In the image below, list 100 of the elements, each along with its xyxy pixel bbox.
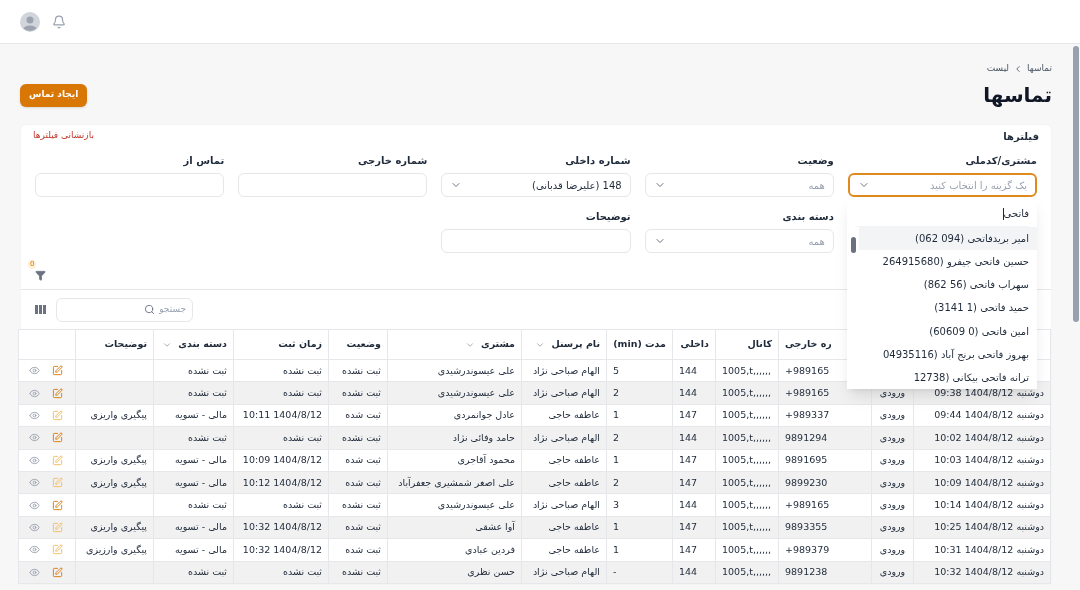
edit-icon[interactable]: [52, 477, 63, 489]
table-cell: ورودی: [879, 386, 906, 398]
table-cell: 5: [613, 364, 620, 376]
scrollbar[interactable]: [1073, 46, 1079, 322]
table-cell: 1: [613, 543, 620, 555]
table-cell: 1005,t,,,,,,: [722, 454, 772, 466]
table-cell: عاطفه حاجی: [548, 409, 600, 421]
table-cell: 1404/8/12 10:32: [242, 543, 322, 555]
table-cell: 1005,t,,,,,,: [722, 566, 772, 578]
table-cell: 9899230: [785, 476, 828, 488]
edit-icon[interactable]: [52, 566, 63, 578]
eye-icon[interactable]: [29, 432, 40, 444]
table-cell: محمود آقاجری: [457, 454, 515, 466]
edit-icon[interactable]: [52, 544, 63, 556]
field-label: وضعیت: [796, 154, 834, 167]
table-cell: پیگیری واریزی: [90, 454, 147, 466]
avatar-icon[interactable]: [20, 11, 40, 32]
dropdown-option[interactable]: امیر بریدفاتحی (094 062): [859, 227, 1037, 251]
table-cell: ثبت نشده: [283, 364, 322, 376]
edit-icon[interactable]: [52, 387, 63, 399]
filter-icon[interactable]: [35, 270, 46, 281]
field-label: شماره خارجی: [356, 154, 428, 167]
table-cell: ورودی: [879, 566, 906, 578]
table-cell: دوشنبه 1404/8/12 10:09: [934, 476, 1044, 488]
column-header[interactable]: مشتری: [464, 337, 515, 352]
table-cell: الهام صباحی نژاد: [532, 566, 600, 578]
field-label: دسته بندی: [781, 210, 834, 223]
edit-icon[interactable]: [52, 499, 63, 511]
table-cell: 9893355: [785, 521, 828, 533]
table-cell: ثبت شده: [345, 543, 381, 555]
table-cell: دوشنبه 1404/8/12 10:03: [934, 454, 1044, 466]
edit-icon[interactable]: [52, 454, 63, 466]
table-cell: پیگیری واریزی: [90, 521, 147, 533]
table-cell: ورودی: [879, 431, 906, 443]
eye-icon[interactable]: [29, 521, 40, 533]
table-cell: 147: [679, 476, 698, 488]
table-cell: 1005,t,,,,,,: [722, 476, 772, 488]
table-cell: 1005,t,,,,,,: [722, 498, 772, 510]
table-cell: 144: [679, 364, 698, 376]
table-cell: دوشنبه 1404/8/12 10:32: [934, 566, 1044, 578]
table-cell: حامد وفائی نژاد: [452, 431, 515, 443]
table-cell: +989165: [785, 364, 830, 376]
eye-icon[interactable]: [29, 454, 40, 466]
eye-icon[interactable]: [29, 409, 40, 421]
table-cell: ثبت نشده: [283, 498, 322, 510]
breadcrumb-link[interactable]: تماسها: [1027, 62, 1052, 76]
eye-icon[interactable]: [29, 477, 40, 489]
eye-icon[interactable]: [29, 387, 40, 399]
field-label: توضیحات: [584, 210, 631, 223]
table-cell: ثبت نشده: [188, 431, 227, 443]
table-cell: 1005,t,,,,,,: [722, 431, 772, 443]
table-cell: ثبت نشده: [283, 386, 322, 398]
edit-icon[interactable]: [52, 409, 63, 421]
table-cell: ثبت نشده: [188, 498, 227, 510]
select-field[interactable]: 148 (علیرضا قدبانی): [441, 173, 631, 197]
bell-icon[interactable]: [52, 14, 66, 29]
table-cell: فردین عبادی: [465, 543, 515, 555]
table-cell: 144: [679, 386, 698, 398]
eye-icon[interactable]: [29, 566, 40, 578]
edit-icon[interactable]: [52, 365, 63, 377]
table-cell: 2: [613, 386, 620, 398]
table-cell: ثبت شده: [345, 409, 381, 421]
table-cell: علی عیسوندرشیدی: [437, 498, 515, 510]
table-cell: الهام صباحی نژاد: [532, 386, 600, 398]
table-cell: ثبت نشده: [188, 386, 227, 398]
edit-icon[interactable]: [52, 432, 63, 444]
dropdown-option[interactable]: ترانه فاتحی بیکانی (12738: [859, 365, 1037, 389]
reset-filters-link[interactable]: بازنشانی فیلترها: [33, 129, 94, 143]
columns-icon[interactable]: [35, 305, 46, 314]
input-field[interactable]: [35, 173, 225, 197]
table-cell: ورودی: [879, 543, 906, 555]
edit-icon[interactable]: [52, 521, 63, 533]
breadcrumb-current: لیست: [986, 62, 1010, 76]
table-cell: پیگیری واریزی: [90, 476, 147, 488]
table-cell: 147: [679, 409, 698, 421]
table-cell: +989165: [785, 498, 830, 510]
column-header: توضیحات: [104, 337, 147, 352]
table-cell: ثبت نشده: [188, 364, 227, 376]
eye-icon[interactable]: [29, 499, 40, 511]
table-cell: ورودی: [879, 521, 906, 533]
table-cell: علی عیسوندرشیدی: [437, 386, 515, 398]
search-icon: [144, 304, 156, 315]
input-field[interactable]: [238, 173, 428, 197]
table-cell: ورودی: [879, 454, 906, 466]
table-cell: 147: [679, 543, 698, 555]
table-cell: حسن نظری: [467, 566, 515, 578]
table-cell: ثبت نشده: [342, 566, 381, 578]
table-cell: 3: [613, 498, 620, 510]
table-cell: ثبت شده: [345, 476, 381, 488]
table-cell: 1: [613, 409, 620, 421]
eye-icon[interactable]: [29, 544, 40, 556]
input-field[interactable]: [441, 229, 631, 253]
field-label: تماس از: [182, 154, 225, 167]
table-cell: مالی - تسویه: [174, 409, 227, 421]
table-cell: -: [613, 566, 617, 578]
table-cell: دوشنبه 1404/8/12 10:14: [934, 498, 1044, 510]
eye-icon[interactable]: [29, 365, 40, 377]
field-label: مشتری/کدملی: [964, 154, 1037, 167]
column-header: زمان ثبت: [278, 337, 322, 352]
column-header: وضعیت: [346, 337, 381, 352]
